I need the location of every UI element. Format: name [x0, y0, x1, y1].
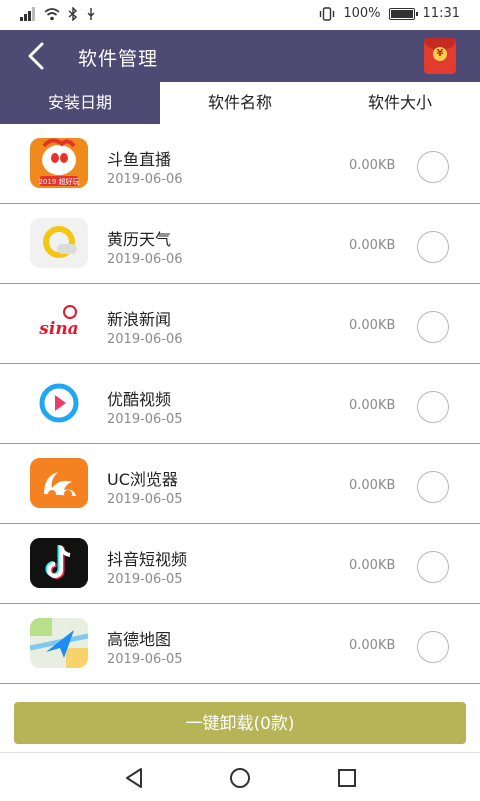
app-list: 2019 超好玩 斗鱼直播 2019-06-06 0.00KB 黄历天气 201…: [0, 124, 480, 690]
clock: 11:31: [422, 6, 460, 21]
select-radio[interactable]: [417, 551, 449, 583]
select-radio[interactable]: [417, 311, 449, 343]
yuan-coin: ¥: [433, 47, 447, 61]
red-packet-icon[interactable]: ¥: [424, 38, 456, 74]
install-date: 2019-06-06: [107, 252, 183, 267]
install-date: 2019-06-05: [107, 412, 183, 427]
install-date: 2019-06-05: [107, 492, 183, 507]
app-name: UC浏览器: [107, 470, 178, 489]
nav-recents-icon[interactable]: [336, 767, 358, 789]
list-item[interactable]: 优酷视频 2019-06-05 0.00KB: [0, 364, 480, 444]
select-radio[interactable]: [417, 471, 449, 503]
app-size: 0.00KB: [349, 558, 396, 573]
wifi-icon: [44, 8, 60, 21]
app-size: 0.00KB: [349, 478, 396, 493]
back-arrow-icon[interactable]: [22, 40, 54, 72]
tab-install-date[interactable]: 安装日期: [0, 82, 160, 124]
app-name: 新浪新闻: [107, 310, 172, 329]
app-name: 优酷视频: [107, 390, 172, 409]
app-size: 0.00KB: [349, 398, 396, 413]
sina-news-icon: sina: [30, 298, 88, 348]
list-item[interactable]: UC浏览器 2019-06-05 0.00KB: [0, 444, 480, 524]
install-date: 2019-06-06: [107, 332, 183, 347]
app-name: 斗鱼直播: [107, 150, 172, 169]
select-radio[interactable]: [417, 391, 449, 423]
app-name: 抖音短视频: [107, 550, 188, 569]
install-date: 2019-06-05: [107, 572, 183, 587]
signal-icon: [20, 7, 35, 21]
app-size: 0.00KB: [349, 158, 396, 173]
list-item[interactable]: 抖音短视频 2019-06-05 0.00KB: [0, 524, 480, 604]
huangli-weather-icon: [30, 218, 88, 268]
douyu-badge-text: 2019 超好玩: [38, 177, 79, 186]
vibrate-icon: [320, 7, 335, 21]
app-name: 黄历天气: [107, 230, 172, 249]
bottom-action-bar: 一键卸载(0款): [0, 690, 480, 752]
uc-browser-icon: [30, 458, 88, 508]
list-item[interactable]: 黄历天气 2019-06-06 0.00KB: [0, 204, 480, 284]
status-left-icons: [20, 7, 96, 21]
nav-home-icon[interactable]: [229, 767, 251, 789]
app-size: 0.00KB: [349, 238, 396, 253]
nav-back-icon[interactable]: [123, 767, 145, 789]
douyin-icon: [30, 538, 88, 588]
youku-icon: [30, 378, 88, 428]
select-radio[interactable]: [417, 231, 449, 263]
install-date: 2019-06-05: [107, 652, 183, 667]
list-item[interactable]: 高德地图 2019-06-05 0.00KB: [0, 604, 480, 684]
tab-app-name[interactable]: 软件名称: [160, 82, 320, 124]
battery-percent: 100%: [343, 6, 381, 21]
usb-icon: [87, 8, 95, 20]
install-date: 2019-06-06: [107, 172, 183, 187]
app-size: 0.00KB: [349, 638, 396, 653]
bluetooth-icon: [68, 7, 78, 21]
tab-app-size[interactable]: 软件大小: [320, 82, 480, 124]
status-right-icons: 100% 11:31: [319, 6, 460, 22]
status-bar: 100% 11:31: [0, 0, 480, 30]
battery-fill: [390, 10, 413, 18]
amap-icon: [30, 618, 88, 668]
select-radio[interactable]: [417, 631, 449, 663]
select-radio[interactable]: [417, 151, 449, 183]
app-size: 0.00KB: [349, 318, 396, 333]
list-item[interactable]: 2019 超好玩 斗鱼直播 2019-06-06 0.00KB: [0, 124, 480, 204]
app-header: 软件管理 ¥: [0, 30, 480, 82]
sina-logo-text: sina: [38, 319, 78, 339]
page-title: 软件管理: [78, 48, 159, 70]
one-click-uninstall-button[interactable]: 一键卸载(0款): [14, 702, 466, 744]
douyu-icon: 2019 超好玩: [30, 138, 88, 188]
list-item[interactable]: sina 新浪新闻 2019-06-06 0.00KB: [0, 284, 480, 364]
app-name: 高德地图: [107, 630, 172, 649]
system-nav-bar: [0, 752, 480, 801]
battery-icon: [388, 8, 418, 20]
sort-tabs: 安装日期 软件名称 软件大小: [0, 82, 480, 124]
